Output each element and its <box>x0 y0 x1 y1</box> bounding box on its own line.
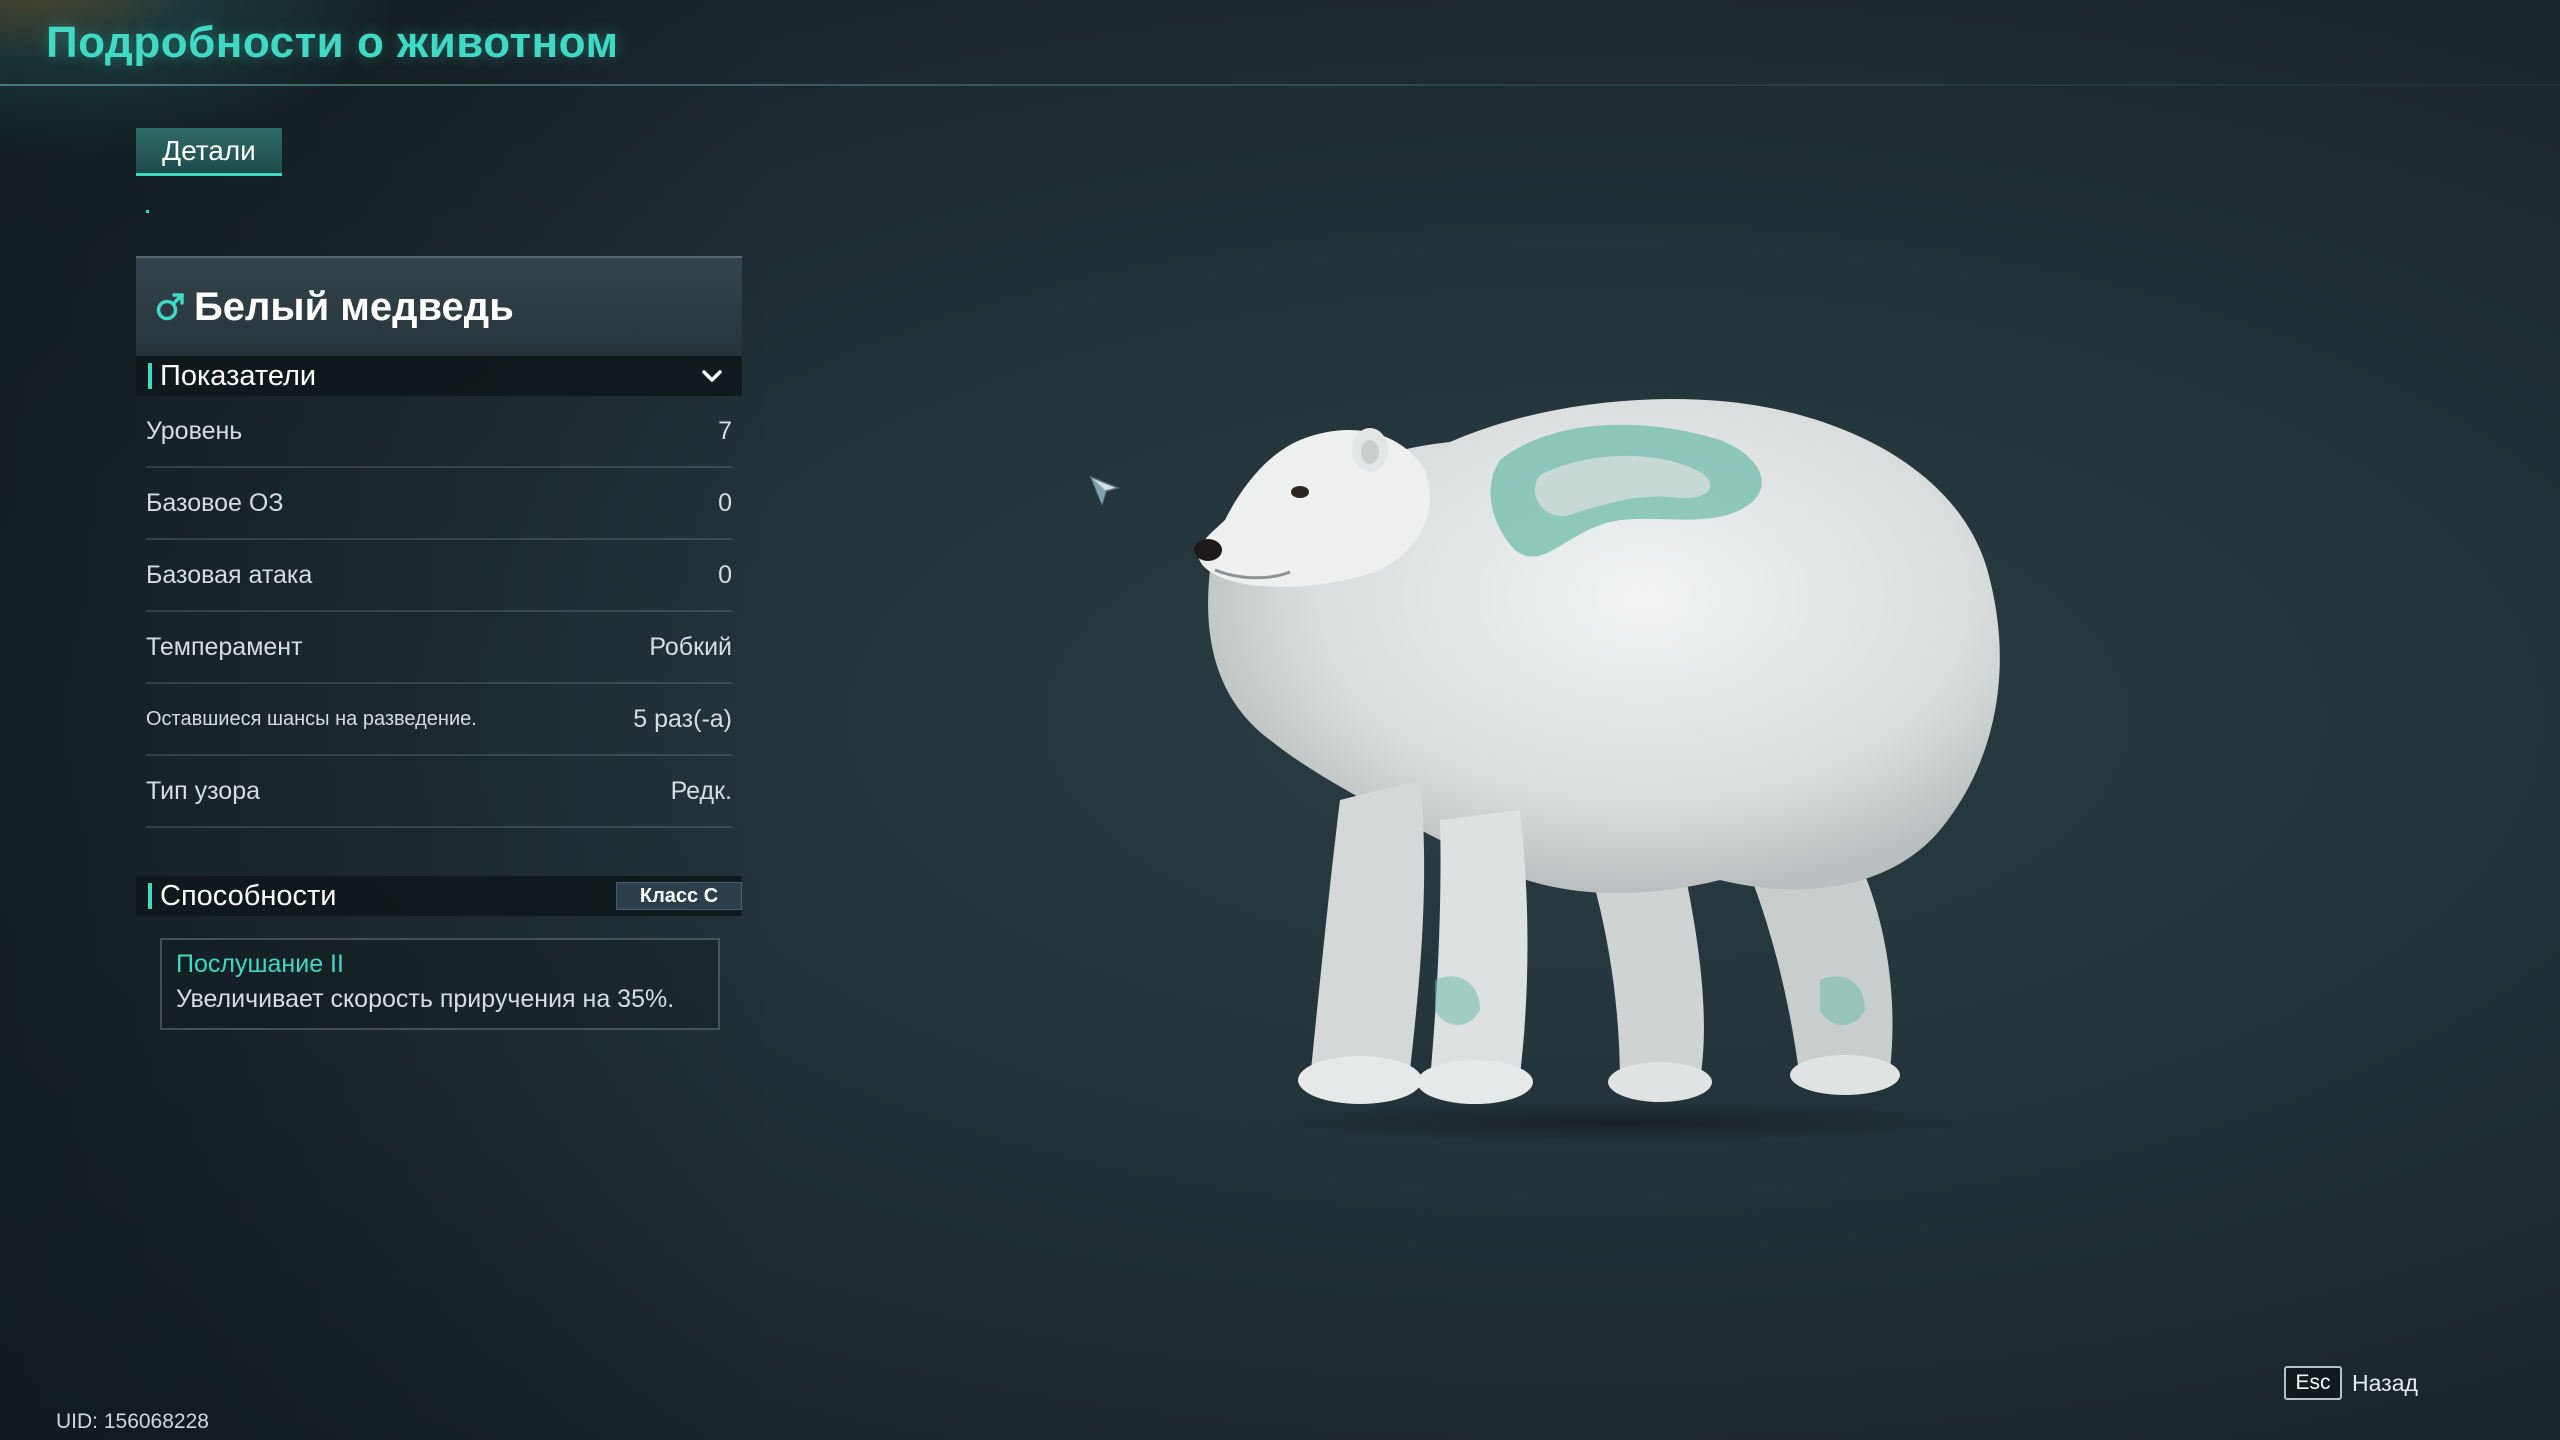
ability-name: Послушание II <box>176 950 344 978</box>
esc-key-hint[interactable]: Esc <box>2284 1366 2342 1400</box>
stats-section-title: Показатели <box>160 359 317 392</box>
section-accent-bar <box>148 883 152 909</box>
stat-value: 5 раз(-а) <box>633 704 732 733</box>
back-label[interactable]: Назад <box>2352 1370 2418 1397</box>
chevron-down-icon[interactable] <box>700 364 724 388</box>
male-icon <box>156 293 184 321</box>
stat-value: 0 <box>718 488 732 517</box>
animal-header: Белый медведь <box>136 256 742 356</box>
stat-row-temperament: Темперамент Робкий <box>146 612 732 684</box>
stat-value: Робкий <box>649 632 732 661</box>
animal-name: Белый медведь <box>194 284 514 329</box>
stats-section-header[interactable]: Показатели <box>136 356 742 396</box>
stat-row-base-attack: Базовая атака 0 <box>146 540 732 612</box>
stat-label: Базовое ОЗ <box>146 488 284 517</box>
section-accent-bar <box>148 363 152 389</box>
stat-value: 0 <box>718 560 732 589</box>
page-title: Подробности о животном <box>46 18 619 67</box>
class-badge: Класс С <box>616 882 742 910</box>
back-control[interactable]: Esc Назад <box>2284 1366 2418 1400</box>
title-divider <box>0 84 2560 86</box>
uid-label: UID: 156068228 <box>56 1410 209 1433</box>
tab-details[interactable]: Детали <box>136 128 282 176</box>
stat-row-pattern-type: Тип узора Редк. <box>146 756 732 828</box>
stat-value: 7 <box>718 416 732 445</box>
stat-row-base-hp: Базовое ОЗ 0 <box>146 468 732 540</box>
mouse-cursor-icon <box>1089 475 1121 507</box>
abilities-section-header: Способности Класс С <box>136 876 742 916</box>
ability-card[interactable]: Послушание II Увеличивает скорость приру… <box>160 938 720 1030</box>
stat-value: Редк. <box>670 776 732 805</box>
stat-label: Оставшиеся шансы на разведение. <box>146 707 477 730</box>
stat-label: Темперамент <box>146 632 303 661</box>
ability-description: Увеличивает скорость приручения на 35%. <box>176 985 675 1013</box>
tab-indicator-dot <box>146 210 149 213</box>
stat-label: Уровень <box>146 416 243 445</box>
stat-row-level: Уровень 7 <box>146 396 732 468</box>
polar-bear-model <box>1194 399 2000 1140</box>
animal-details-panel: Белый медведь Показатели Уровень 7 Базов… <box>136 256 742 1030</box>
abilities-section-title: Способности <box>160 879 337 912</box>
stat-row-breeding-chances: Оставшиеся шансы на разведение. 5 раз(-а… <box>146 684 732 756</box>
stat-label: Тип узора <box>146 776 261 805</box>
stat-label: Базовая атака <box>146 560 313 589</box>
